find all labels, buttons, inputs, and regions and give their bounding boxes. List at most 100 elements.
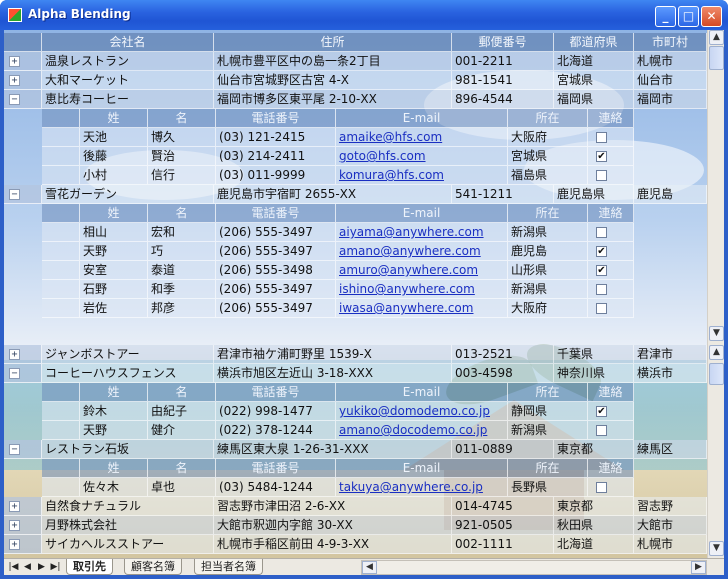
scroll-down-button-lower[interactable]: ▼: [709, 541, 724, 556]
master-row[interactable]: + サイカヘルスストアー 札幌市手稲区前田 4-9-3-XX 002-1111 北海道札…: [4, 535, 707, 554]
detail-column-header-first[interactable]: 名: [148, 383, 216, 402]
detail-row[interactable]: 天野巧 (206) 555-3497 amano@anywhere.com 鹿児島 ✔: [4, 242, 707, 261]
detail-cell-phone[interactable]: (206) 555-3498: [216, 261, 336, 280]
check-icon[interactable]: ✔: [596, 265, 607, 276]
collapse-icon[interactable]: −: [9, 444, 20, 455]
detail-row[interactable]: 鈴木 由紀子 (022) 998-1477 yukiko@domodemo.co.jp…: [4, 402, 707, 421]
row-selector[interactable]: +: [4, 71, 42, 90]
email-link[interactable]: amaike@hfs.com: [339, 130, 442, 144]
detail-cell-phone[interactable]: (206) 555-3497: [216, 299, 336, 318]
expand-icon[interactable]: +: [9, 539, 20, 550]
tab-kokyaku-meibo[interactable]: 顧客名簿: [124, 559, 182, 575]
detail-cell-phone[interactable]: (206) 555-3497: [216, 280, 336, 299]
detail-cell-phone[interactable]: (206) 555-3497: [216, 223, 336, 242]
detail-cell-last[interactable]: 安室: [80, 261, 148, 280]
detail-cell-email[interactable]: aiyama@anywhere.com: [336, 223, 508, 242]
collapse-icon[interactable]: −: [9, 94, 20, 105]
check-icon[interactable]: [596, 170, 607, 181]
vertical-scrollbar-lower[interactable]: ▲ ▼: [707, 343, 724, 558]
detail-cell-last[interactable]: 鈴木: [80, 402, 148, 421]
detail-cell-phone[interactable]: (022) 998-1477: [216, 402, 336, 421]
detail-cell-last[interactable]: 後藤: [80, 147, 148, 166]
vertical-scrollbar-upper[interactable]: ▲ ▼: [707, 30, 724, 343]
detail-row[interactable]: 天野 健介 (022) 378-1244 amano@docodemo.co.jp 新潟…: [4, 421, 707, 440]
detail-row-selector[interactable]: [42, 223, 80, 242]
detail-cell-location[interactable]: 大阪府: [508, 128, 588, 147]
close-button[interactable]: ✕: [701, 6, 722, 27]
detail-column-header-phone[interactable]: 電話番号: [216, 459, 336, 478]
detail-cell-first[interactable]: 由紀子: [148, 402, 216, 421]
detail-cell-first[interactable]: 信行: [148, 166, 216, 185]
detail-cell-last[interactable]: 小村: [80, 166, 148, 185]
email-link[interactable]: amano@anywhere.com: [339, 244, 481, 258]
row-selector[interactable]: +: [4, 497, 42, 516]
horizontal-scrollbar[interactable]: ◀ ▶: [361, 560, 707, 575]
title-bar[interactable]: Alpha Blending _ □ ✕: [0, 0, 728, 30]
master-row[interactable]: + ジャンボストアー 君津市袖ケ浦町野里 1539-X 013-2521 千葉県 君津市: [4, 345, 707, 364]
cell-company[interactable]: ジャンボストアー: [42, 345, 214, 364]
detail-column-header-location[interactable]: 所在: [508, 204, 588, 223]
detail-row-selector[interactable]: [42, 280, 80, 299]
minimize-button[interactable]: _: [655, 6, 676, 27]
detail-cell-phone[interactable]: (03) 214-2411: [216, 147, 336, 166]
expand-icon[interactable]: +: [9, 56, 20, 67]
cell-address[interactable]: 札幌市手稲区前田 4-9-3-XX: [214, 535, 452, 554]
cell-address[interactable]: 鹿児島市宇宿町 2655-XX: [214, 185, 452, 204]
detail-row-selector[interactable]: [42, 421, 80, 440]
detail-cell-last[interactable]: 天池: [80, 128, 148, 147]
scroll-thumb[interactable]: [709, 46, 724, 70]
collapse-icon[interactable]: −: [9, 368, 20, 379]
cell-city[interactable]: 君津市: [634, 345, 707, 364]
cell-address[interactable]: 仙台市宮城野区古宮 4-X: [214, 71, 452, 90]
email-link[interactable]: goto@hfs.com: [339, 149, 426, 163]
detail-cell-email[interactable]: amuro@anywhere.com: [336, 261, 508, 280]
detail-column-header-contact[interactable]: 連絡: [588, 459, 634, 478]
cell-prefecture[interactable]: 千葉県: [554, 345, 634, 364]
scroll-up-button[interactable]: ▲: [709, 30, 724, 45]
check-icon[interactable]: [596, 425, 607, 436]
detail-row[interactable]: 岩佐 邦彦 (206) 555-3497 iwasa@anywhere.com 大阪府: [4, 299, 707, 318]
detail-column-header-contact[interactable]: 連絡: [588, 204, 634, 223]
master-row[interactable]: + 月野株式会社 大館市釈迦内字館 30-XX 921-0505 秋田県 大館市: [4, 516, 707, 535]
column-header-postal[interactable]: 郵便番号: [452, 33, 554, 52]
detail-cell-last[interactable]: 岩佐: [80, 299, 148, 318]
check-icon[interactable]: [596, 132, 607, 143]
detail-cell-location[interactable]: 大阪府: [508, 299, 588, 318]
detail-column-header-location[interactable]: 所在: [508, 459, 588, 478]
cell-postal[interactable]: 014-4745: [452, 497, 554, 516]
column-header-prefecture[interactable]: 都道府県: [554, 33, 634, 52]
email-link[interactable]: amano@docodemo.co.jp: [339, 423, 487, 437]
detail-column-header-last[interactable]: 姓: [80, 109, 148, 128]
detail-cell-phone[interactable]: (03) 011-9999: [216, 166, 336, 185]
detail-cell-last[interactable]: 天野: [80, 421, 148, 440]
detail-cell-contact[interactable]: [588, 478, 634, 497]
check-icon[interactable]: ✔: [596, 406, 607, 417]
detail-cell-first[interactable]: 泰道: [148, 261, 216, 280]
cell-address[interactable]: 練馬区東大泉 1-26-31-XXX: [214, 440, 452, 459]
cell-company[interactable]: 月野株式会社: [42, 516, 214, 535]
detail-row[interactable]: 相山 宏和 (206) 555-3497 aiyama@anywhere.com 新潟県: [4, 223, 707, 242]
detail-row[interactable]: 小村 信行 (03) 011-9999 komura@hfs.com 福島県: [4, 166, 707, 185]
row-selector[interactable]: −: [4, 364, 42, 383]
detail-column-header-email[interactable]: E-mail: [336, 204, 508, 223]
detail-cell-email[interactable]: takuya@anywhere.co.jp: [336, 478, 508, 497]
master-row[interactable]: − コーヒーハウスフェンス 横浜市旭区左近山 3-18-XXX 003-4598 神奈川…: [4, 364, 707, 383]
column-header-city[interactable]: 市町村: [634, 33, 707, 52]
check-icon[interactable]: ✔: [596, 151, 607, 162]
detail-cell-contact[interactable]: ✔: [588, 261, 634, 280]
cell-prefecture[interactable]: 秋田県: [554, 516, 634, 535]
expand-icon[interactable]: +: [9, 75, 20, 86]
master-grid-lower[interactable]: + ジャンボストアー 君津市袖ケ浦町野里 1539-X 013-2521 千葉県 君津市 −…: [4, 343, 724, 558]
detail-column-header-last[interactable]: 姓: [80, 459, 148, 478]
detail-cell-location[interactable]: 新潟県: [508, 280, 588, 299]
master-row[interactable]: − 雪花ガーデン 鹿児島市宇宿町 2655-XX 541-1211 鹿児島県 鹿児島: [4, 185, 707, 204]
detail-row-selector[interactable]: [42, 128, 80, 147]
detail-cell-contact[interactable]: [588, 299, 634, 318]
email-link[interactable]: iwasa@anywhere.com: [339, 301, 473, 315]
detail-column-header-email[interactable]: E-mail: [336, 109, 508, 128]
detail-cell-location[interactable]: 新潟県: [508, 421, 588, 440]
master-row[interactable]: + 大和マーケット 仙台市宮城野区古宮 4-X 981-1541 宮城県 仙台市: [4, 71, 707, 90]
detail-column-header-location[interactable]: 所在: [508, 383, 588, 402]
detail-cell-first[interactable]: 和季: [148, 280, 216, 299]
cell-city[interactable]: 札幌市: [634, 52, 707, 71]
